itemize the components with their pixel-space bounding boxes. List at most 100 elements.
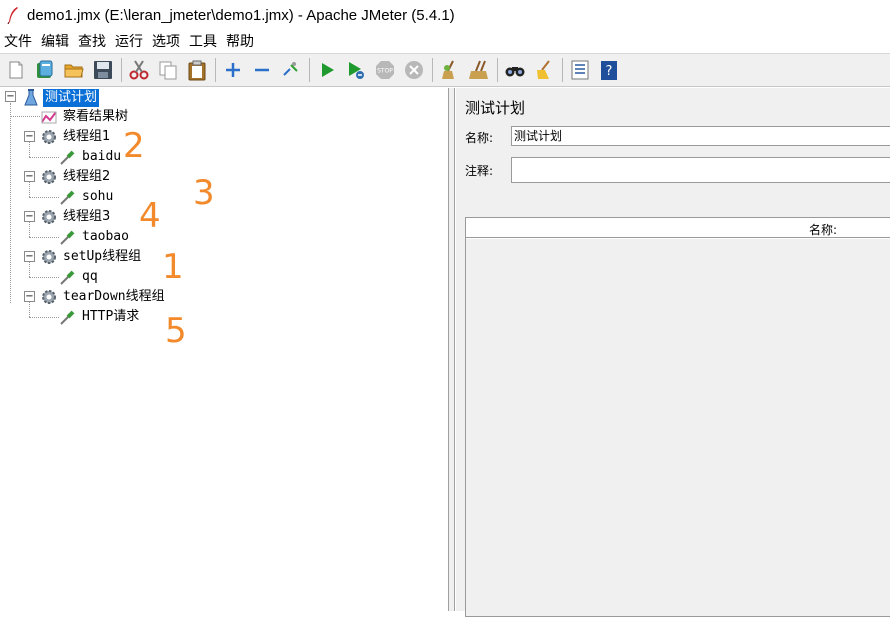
tree-node-label: 线程组2 — [63, 169, 111, 184]
pipette-icon — [60, 310, 75, 325]
tree-node-label: 测试计划 — [43, 89, 100, 107]
pane-splitter[interactable] — [449, 88, 455, 611]
tree-line — [10, 103, 11, 303]
collapse-toggle[interactable]: − — [24, 291, 35, 302]
tree-line — [29, 157, 59, 158]
tree-node-thread-group-2[interactable]: 线程组2 — [40, 167, 112, 187]
annotation-number: 1 — [162, 247, 184, 287]
menu-bar: 文件 编辑 查找 运行 选项 工具 帮助 — [0, 30, 890, 52]
pipette-icon — [60, 190, 75, 205]
annotation-number: 2 — [123, 126, 145, 166]
comment-label: 注释: — [465, 164, 494, 178]
jmeter-feather-icon — [7, 7, 18, 24]
pipette-icon — [60, 150, 75, 165]
collapse-toggle[interactable]: − — [24, 131, 35, 142]
user-variables-table[interactable]: 名称: — [465, 217, 890, 617]
tree-node-label: HTTP请求 — [82, 309, 140, 324]
collapse-toggle[interactable]: − — [5, 91, 16, 102]
toolbar: STOP ? — [0, 53, 890, 87]
tree-node-label: baidu — [82, 149, 122, 164]
tree-node-setup-thread-group[interactable]: setUp线程组 — [40, 247, 143, 267]
tree-line — [29, 317, 59, 318]
test-plan-icon — [24, 89, 38, 106]
toggle-icon[interactable] — [279, 58, 303, 82]
comment-field[interactable] — [511, 157, 890, 183]
collapse-toggle[interactable]: − — [24, 171, 35, 182]
svg-text:STOP: STOP — [377, 68, 393, 75]
window-title: demo1.jmx (E:\leran_jmeter\demo1.jmx) - … — [27, 6, 455, 24]
tree-node-sampler-qq[interactable]: qq — [59, 267, 100, 287]
open-icon[interactable] — [62, 58, 86, 82]
toolbar-separator — [497, 58, 498, 82]
pipette-icon — [60, 230, 75, 245]
search-icon[interactable] — [503, 58, 527, 82]
start-no-pause-icon[interactable] — [344, 58, 368, 82]
gear-icon — [42, 210, 56, 224]
menu-edit[interactable]: 编辑 — [37, 31, 74, 51]
tree-node-teardown-thread-group[interactable]: tearDown线程组 — [40, 287, 167, 307]
menu-options[interactable]: 选项 — [148, 31, 185, 51]
save-icon[interactable] — [91, 58, 115, 82]
menu-help[interactable]: 帮助 — [222, 31, 259, 51]
start-icon[interactable] — [315, 58, 339, 82]
tree-node-label: 察看结果树 — [63, 109, 129, 124]
tree-line — [29, 277, 59, 278]
cut-icon[interactable] — [127, 58, 151, 82]
test-plan-tree[interactable]: − − − − − − 测试计划 察看结果树 线程组1 baidu 线程组2 s… — [0, 88, 449, 611]
reset-search-icon[interactable] — [532, 58, 556, 82]
shutdown-icon[interactable] — [402, 58, 426, 82]
tree-node-sampler-taobao[interactable]: taobao — [59, 227, 131, 247]
toolbar-separator — [432, 58, 433, 82]
copy-icon[interactable] — [156, 58, 180, 82]
tree-node-test-plan[interactable]: 测试计划 — [22, 88, 100, 108]
new-icon[interactable] — [4, 58, 28, 82]
toolbar-separator — [215, 58, 216, 82]
panel-title: 测试计划 — [465, 99, 526, 117]
menu-file[interactable]: 文件 — [0, 31, 37, 51]
annotation-number: 5 — [165, 311, 187, 351]
paste-icon[interactable] — [185, 58, 209, 82]
collapse-toggle[interactable]: − — [24, 251, 35, 262]
collapse-toggle[interactable]: − — [24, 211, 35, 222]
tree-line — [29, 197, 59, 198]
tree-node-label: setUp线程组 — [63, 249, 142, 264]
tree-node-label: 线程组3 — [63, 209, 111, 224]
tree-node-sampler-http-request[interactable]: HTTP请求 — [59, 307, 141, 327]
stop-icon[interactable]: STOP — [373, 58, 397, 82]
toolbar-separator — [562, 58, 563, 82]
templates-icon[interactable] — [33, 58, 57, 82]
name-field[interactable]: 测试计划 — [511, 126, 890, 146]
tree-node-label: sohu — [82, 189, 114, 204]
gear-icon — [42, 290, 56, 304]
menu-tools[interactable]: 工具 — [185, 31, 222, 51]
annotation-number: 4 — [139, 196, 161, 236]
help-icon[interactable]: ? — [597, 58, 621, 82]
function-helper-icon[interactable] — [568, 58, 592, 82]
column-header-name[interactable]: 名称: — [809, 221, 837, 238]
tree-node-label: qq — [82, 269, 98, 284]
svg-text:?: ? — [606, 64, 613, 79]
tree-node-thread-group-1[interactable]: 线程组1 — [40, 127, 112, 147]
menu-run[interactable]: 运行 — [111, 31, 148, 51]
table-header: 名称: — [466, 218, 890, 238]
title-bar: demo1.jmx (E:\leran_jmeter\demo1.jmx) - … — [0, 0, 890, 30]
table-body — [466, 239, 890, 616]
gear-icon — [42, 170, 56, 184]
menu-search[interactable]: 查找 — [74, 31, 111, 51]
tree-node-label: tearDown线程组 — [63, 289, 165, 304]
name-label: 名称: — [465, 131, 494, 145]
tree-line — [10, 116, 40, 117]
collapse-icon[interactable] — [250, 58, 274, 82]
pipette-icon — [60, 270, 75, 285]
listener-icon — [41, 111, 57, 124]
toolbar-separator — [121, 58, 122, 82]
tree-node-thread-group-3[interactable]: 线程组3 — [40, 207, 112, 227]
tree-node-sampler-sohu[interactable]: sohu — [59, 187, 115, 207]
clear-icon[interactable] — [438, 58, 462, 82]
expand-icon[interactable] — [221, 58, 245, 82]
gear-icon — [42, 250, 56, 264]
test-plan-panel: 测试计划 名称: 测试计划 注释: 名称: — [456, 88, 890, 617]
clear-all-icon[interactable] — [467, 58, 491, 82]
tree-node-view-results-tree[interactable]: 察看结果树 — [40, 107, 130, 127]
tree-node-sampler-baidu[interactable]: baidu — [59, 147, 123, 167]
